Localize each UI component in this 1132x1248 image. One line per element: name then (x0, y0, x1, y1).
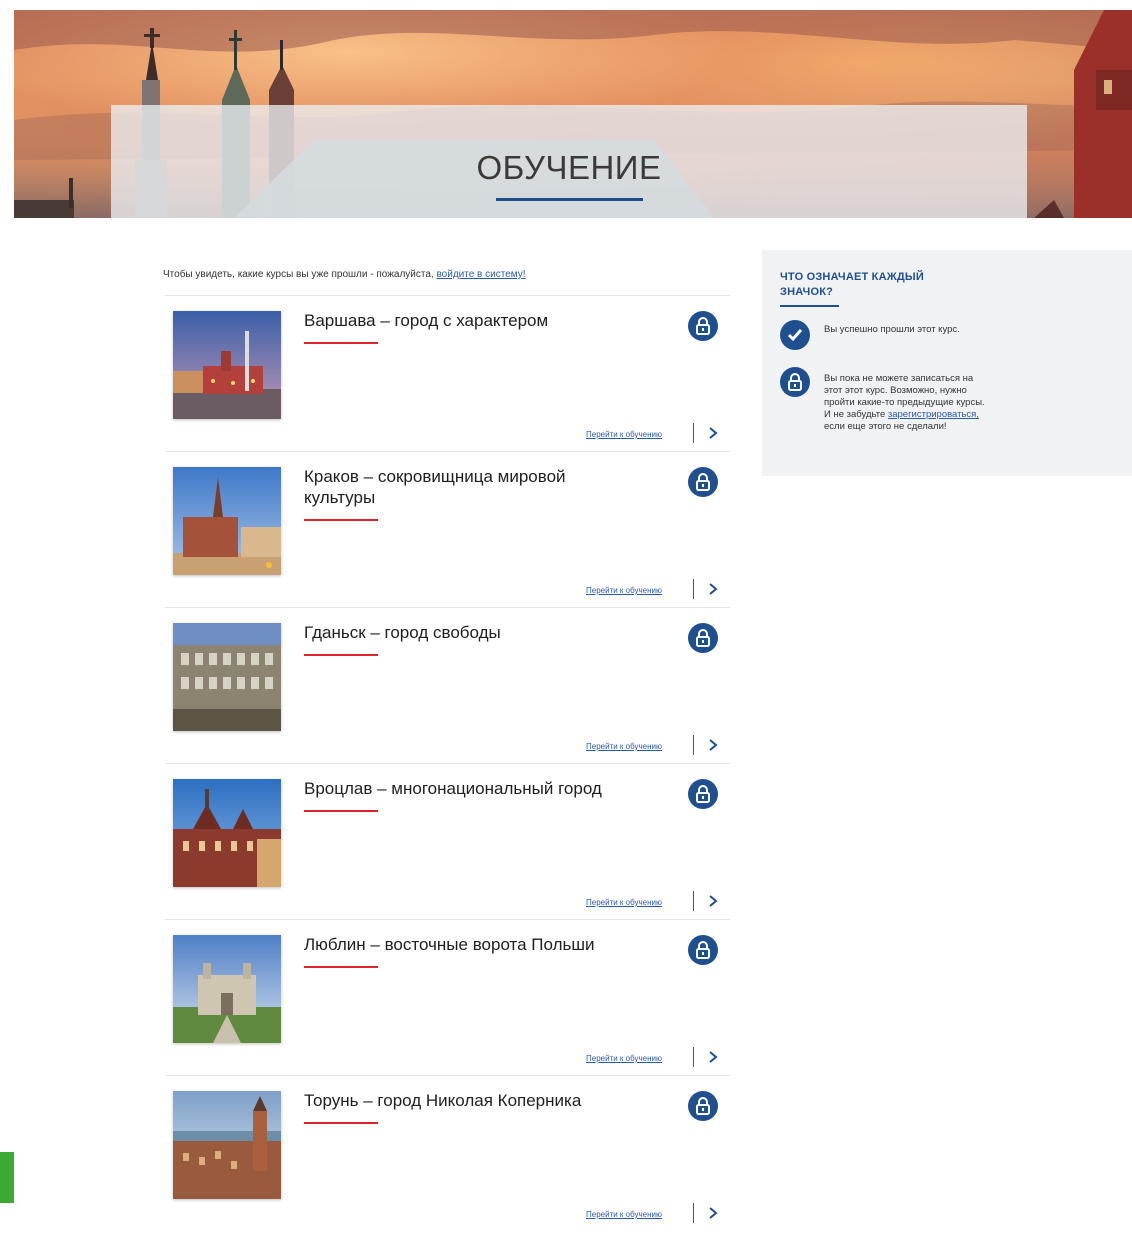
course-title[interactable]: Гданьск – город свободы (304, 622, 624, 643)
go-to-course-link[interactable]: Перейти к обучению (586, 1054, 662, 1063)
lock-icon (688, 1091, 718, 1121)
course-thumbnail[interactable] (173, 311, 281, 419)
login-note: Чтобы увидеть, какие курсы вы уже прошли… (163, 269, 526, 280)
go-to-course-link[interactable]: Перейти к обучению (586, 742, 662, 751)
go-to-course-link[interactable]: Перейти к обучению (586, 898, 662, 907)
course-title-underline (304, 1122, 378, 1124)
lock-icon (688, 779, 718, 809)
course-card-lublin[interactable]: Люблин – восточные ворота Польши Перейти… (165, 919, 730, 1071)
register-link[interactable]: зарегистрироваться, (888, 409, 979, 420)
lock-icon (688, 467, 718, 497)
course-card-krakow[interactable]: Краков – сокровищница мировой культуры П… (165, 451, 730, 603)
login-note-text: Чтобы увидеть, какие курсы вы уже прошли… (163, 269, 437, 280)
course-title-underline (304, 810, 378, 812)
legend-completed-text: Вы успешно прошли этот курс. (824, 324, 960, 335)
chevron-right-icon[interactable] (707, 1206, 719, 1220)
legend-locked-suffix: если еще этого не сделали! (824, 421, 947, 432)
chevron-right-icon[interactable] (707, 894, 719, 908)
lock-icon (688, 311, 718, 341)
course-title-underline (304, 654, 378, 656)
course-card-gdansk[interactable]: Гданьск – город свободы Перейти к обучен… (165, 607, 730, 759)
legend-title: ЧТО ОЗНАЧАЕТ КАЖДЫЙ ЗНАЧОК? (780, 271, 924, 298)
chevron-right-icon[interactable] (707, 1050, 719, 1064)
lock-icon (780, 367, 810, 397)
go-to-course-link[interactable]: Перейти к обучению (586, 586, 662, 595)
page-title: ОБУЧЕНИЕ (476, 149, 662, 186)
title-underline (496, 198, 643, 201)
course-title-underline (304, 966, 378, 968)
course-thumbnail[interactable] (173, 1091, 281, 1199)
course-title[interactable]: Вроцлав – многонациональный город (304, 778, 624, 799)
link-divider (693, 891, 694, 911)
course-thumbnail[interactable] (173, 467, 281, 575)
chevron-right-icon[interactable] (707, 738, 719, 752)
link-divider (693, 423, 694, 443)
go-to-course-link[interactable]: Перейти к обучению (586, 430, 662, 439)
go-to-course-link[interactable]: Перейти к обучению (586, 1210, 662, 1219)
link-divider (693, 1203, 694, 1223)
legend-locked-text: Вы пока не можете записаться на этот это… (824, 373, 992, 433)
course-title-underline (304, 342, 378, 344)
course-title[interactable]: Люблин – восточные ворота Польши (304, 934, 624, 955)
hero-banner: ОБУЧЕНИЕ (14, 10, 1132, 218)
course-thumbnail[interactable] (173, 623, 281, 731)
link-divider (693, 579, 694, 599)
course-thumbnail[interactable] (173, 779, 281, 887)
course-card-wroclaw[interactable]: Вроцлав – многонациональный город Перейт… (165, 763, 730, 915)
course-title-underline (304, 519, 378, 521)
course-card-torun[interactable]: Торунь – город Николая Коперника Перейти… (165, 1075, 730, 1227)
checkmark-icon (780, 320, 810, 350)
hero-title-panel: ОБУЧЕНИЕ (111, 105, 1027, 218)
login-link[interactable]: войдите в систему! (436, 269, 525, 280)
legend-title-underline (780, 305, 839, 307)
course-title[interactable]: Краков – сокровищница мировой культуры (304, 466, 624, 508)
lock-icon (688, 623, 718, 653)
course-thumbnail[interactable] (173, 935, 281, 1043)
link-divider (693, 1047, 694, 1067)
chevron-right-icon[interactable] (707, 582, 719, 596)
link-divider (693, 735, 694, 755)
chevron-right-icon[interactable] (707, 426, 719, 440)
course-title[interactable]: Торунь – город Николая Коперника (304, 1090, 624, 1111)
course-card-warsaw[interactable]: Варшава – город с характером Перейти к о… (165, 295, 730, 447)
course-title[interactable]: Варшава – город с характером (304, 310, 624, 331)
icon-legend-panel: ЧТО ОЗНАЧАЕТ КАЖДЫЙ ЗНАЧОК? Вы успешно п… (762, 250, 1132, 476)
lock-icon (688, 935, 718, 965)
side-feedback-tab[interactable] (0, 1152, 14, 1203)
